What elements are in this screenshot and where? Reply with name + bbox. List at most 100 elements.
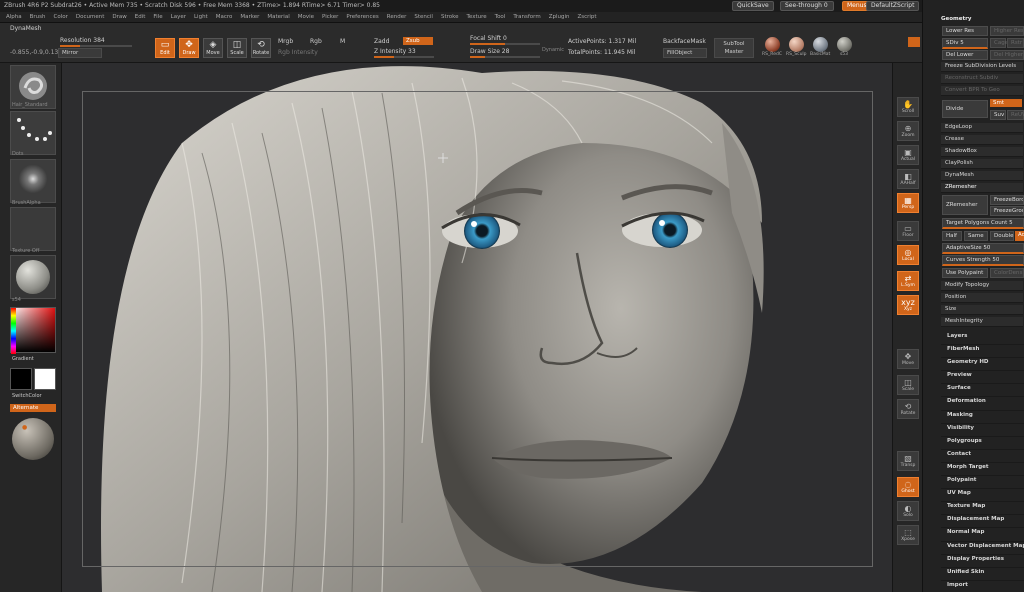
- menu-item[interactable]: Zscript: [577, 14, 596, 20]
- menu-item[interactable]: Document: [76, 14, 105, 20]
- target-polygons-slider[interactable]: Target Polygons Count 5: [942, 218, 1024, 229]
- palette-section[interactable]: Geometry HD: [941, 358, 1024, 372]
- rgb-button[interactable]: Rgb: [310, 38, 322, 45]
- size-section[interactable]: Size: [941, 305, 1023, 315]
- secondary-color-swatch[interactable]: [34, 368, 56, 390]
- rstr-button[interactable]: Rstr: [1007, 38, 1024, 48]
- shelf-button-actual[interactable]: ▣ Actual: [897, 145, 919, 165]
- draw-button[interactable]: ✥ Draw: [179, 38, 199, 58]
- palette-section[interactable]: FiberMesh: [941, 345, 1024, 359]
- palette-section[interactable]: Polypaint: [941, 476, 1024, 490]
- reuv-button[interactable]: ReUV: [1007, 110, 1024, 120]
- palette-section[interactable]: Texture Map: [941, 502, 1024, 516]
- subtool-master-button[interactable]: SubTool Master: [714, 38, 754, 58]
- m-button[interactable]: M: [340, 38, 345, 45]
- palette-section[interactable]: Masking: [941, 411, 1024, 424]
- shelf-button-floor[interactable]: ▭ Floor: [897, 221, 919, 241]
- crease-section[interactable]: Crease: [941, 135, 1023, 145]
- shelf-button-transp[interactable]: ▧ Transp: [897, 451, 919, 471]
- palette-section[interactable]: Normal Map: [941, 528, 1024, 542]
- adapt-button[interactable]: Adapt: [1015, 231, 1024, 241]
- menu-item[interactable]: Light: [194, 14, 208, 20]
- color-density-slider[interactable]: ColorDensity: [990, 268, 1024, 278]
- see-through-slider[interactable]: See-through 0: [780, 1, 834, 11]
- color-picker[interactable]: [10, 307, 56, 354]
- palette-section[interactable]: Display Properties: [941, 555, 1024, 568]
- double-button[interactable]: Double: [990, 231, 1014, 241]
- quicksave-button[interactable]: QuickSave: [732, 1, 774, 11]
- divide-button[interactable]: Divide: [942, 100, 988, 118]
- menu-item[interactable]: Tool: [495, 14, 506, 20]
- shelf-button-xyz[interactable]: xyz Xyz: [897, 295, 919, 315]
- zremesher-section[interactable]: ZRemesher: [941, 183, 1023, 193]
- cage-button[interactable]: Cage: [990, 38, 1008, 48]
- menu-item[interactable]: Texture: [467, 14, 487, 20]
- gradient-button[interactable]: Gradient: [12, 356, 34, 362]
- palette-toggle-button[interactable]: [908, 37, 920, 47]
- position-section[interactable]: Position: [941, 293, 1023, 303]
- claypolish-section[interactable]: ClayPolish: [941, 159, 1023, 169]
- palette-section[interactable]: Morph Target: [941, 463, 1024, 477]
- convert-bpr-button[interactable]: Convert BPR To Geo: [941, 86, 1023, 96]
- modify-topology-section[interactable]: Modify Topology: [941, 281, 1023, 291]
- freeze-subdiv-button[interactable]: Freeze SubDivision Levels: [941, 62, 1023, 72]
- geometry-header[interactable]: Geometry: [941, 16, 971, 22]
- material-rs-sculp[interactable]: RS_Sculp: [786, 37, 807, 57]
- switch-color-button[interactable]: SwitchColor: [12, 393, 42, 399]
- freeze-border-button[interactable]: FreezeBorder: [990, 195, 1024, 205]
- resolution-slider[interactable]: Resolution 384: [60, 37, 132, 47]
- z-intensity-slider[interactable]: Z Intensity 33: [374, 48, 434, 58]
- alpha-thumbnail[interactable]: [10, 159, 56, 203]
- menu-item[interactable]: Material: [267, 14, 289, 20]
- palette-section[interactable]: UV Map: [941, 489, 1024, 503]
- hue-strip[interactable]: [11, 308, 16, 354]
- menu-item[interactable]: Alpha: [6, 14, 22, 20]
- del-higher-button[interactable]: Del Higher: [990, 50, 1024, 60]
- zremesher-button[interactable]: ZRemesher: [942, 195, 988, 215]
- zadd-button[interactable]: Zadd: [374, 38, 389, 45]
- shelf-button-solo[interactable]: ◐ Solo: [897, 501, 919, 521]
- palette-section[interactable]: Contact: [941, 450, 1024, 463]
- palette-section[interactable]: Deformation: [941, 397, 1024, 411]
- menu-item[interactable]: Zplugin: [549, 14, 570, 20]
- shelf-button-ghost[interactable]: ◌ Ghost: [897, 477, 919, 497]
- palette-section[interactable]: Vector Displacement Map: [941, 542, 1024, 555]
- rotate-button[interactable]: ⟲ Rotate: [251, 38, 271, 58]
- menu-item[interactable]: Transform: [513, 14, 540, 20]
- shelf-button-move[interactable]: ✥ Move: [897, 349, 919, 369]
- half-button[interactable]: Half: [942, 231, 962, 241]
- main-color-swatch[interactable]: [10, 368, 32, 390]
- curves-strength-slider[interactable]: Curves Strength 50: [942, 255, 1024, 266]
- move-button[interactable]: ◈ Move: [203, 38, 223, 58]
- same-button[interactable]: Same: [964, 231, 988, 241]
- palette-section[interactable]: Polygroups: [941, 437, 1024, 450]
- palette-section[interactable]: Unified Skin: [941, 568, 1024, 581]
- menu-item[interactable]: Movie: [298, 14, 314, 20]
- menu-item[interactable]: Color: [54, 14, 68, 20]
- dynamic-button[interactable]: Dynamic: [542, 47, 564, 53]
- default-zscript-button[interactable]: DefaultZScript: [866, 1, 920, 11]
- menu-item[interactable]: Stencil: [414, 14, 433, 20]
- shelf-button-persp[interactable]: ▦ Persp: [897, 193, 919, 213]
- palette-section[interactable]: Displacement Map: [941, 515, 1024, 529]
- palette-section[interactable]: Layers: [941, 332, 1024, 346]
- del-lower-button[interactable]: Del Lower: [942, 50, 988, 60]
- shelf-button-scale[interactable]: ◫ Scale: [897, 375, 919, 395]
- dynamesh-section[interactable]: DynaMesh: [941, 171, 1023, 181]
- shelf-button-aahalf[interactable]: ◧ AAHalf: [897, 169, 919, 189]
- sdiv-slider[interactable]: SDiv 5: [942, 38, 988, 49]
- shelf-button-scroll[interactable]: ✋ Scroll: [897, 97, 919, 117]
- palette-section[interactable]: Visibility: [941, 424, 1024, 437]
- smt-toggle[interactable]: Smt: [990, 99, 1022, 107]
- menu-item[interactable]: Stroke: [441, 14, 459, 20]
- edit-button[interactable]: ▭ Edit: [155, 38, 175, 58]
- menu-item[interactable]: Render: [387, 14, 407, 20]
- edgeloop-section[interactable]: EdgeLoop: [941, 123, 1023, 133]
- material-s53[interactable]: s53: [834, 37, 854, 57]
- rgb-intensity-slider[interactable]: Rgb Intensity: [278, 49, 318, 56]
- document-canvas[interactable]: [62, 63, 892, 592]
- menu-item[interactable]: Draw: [112, 14, 126, 20]
- shelf-button-rotate[interactable]: ⟲ Rotate: [897, 399, 919, 419]
- stroke-thumbnail[interactable]: [10, 111, 56, 155]
- freeze-groups-button[interactable]: FreezeGroups: [990, 206, 1024, 216]
